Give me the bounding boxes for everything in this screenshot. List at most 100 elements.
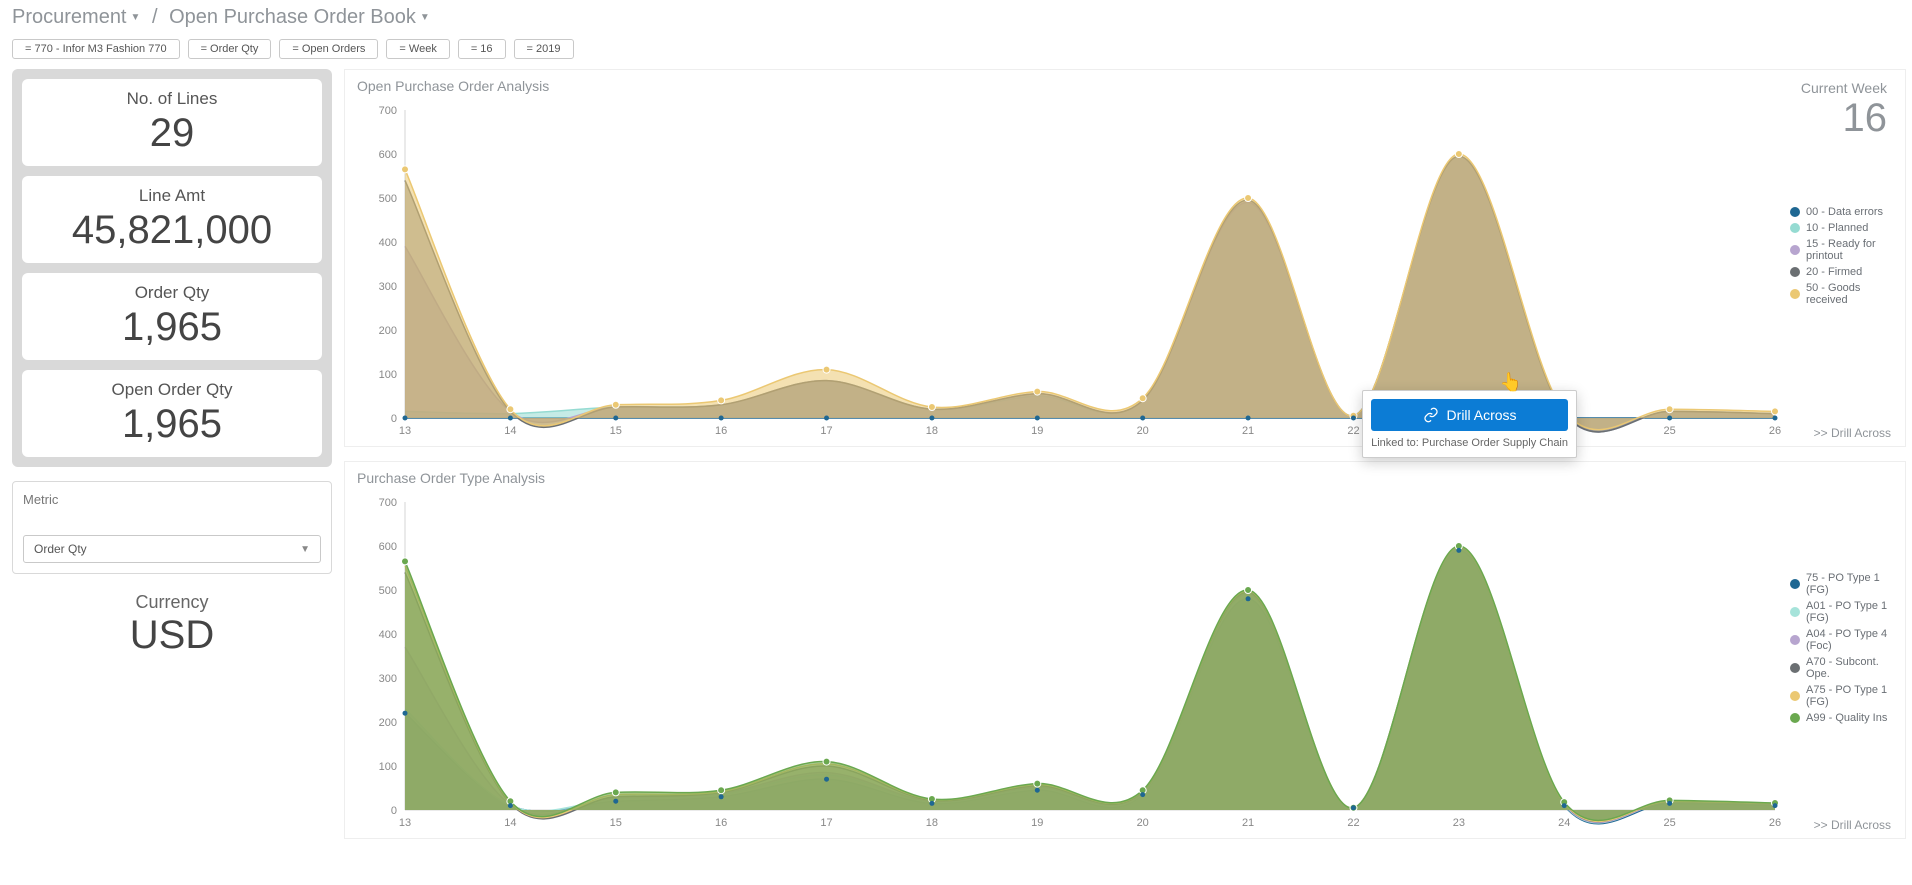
legend-item[interactable]: A99 - Quality Ins	[1790, 712, 1895, 724]
svg-text:0: 0	[391, 413, 397, 425]
filter-chip[interactable]: = 2019	[514, 39, 574, 59]
chevron-down-icon: ▼	[420, 12, 430, 23]
svg-text:21: 21	[1242, 425, 1254, 437]
kpi-label: Open Order Qty	[30, 380, 314, 400]
legend-item[interactable]: 20 - Firmed	[1790, 266, 1895, 278]
metric-header: Metric	[23, 492, 321, 507]
kpi-card: Open Order Qty1,965	[22, 370, 322, 457]
svg-text:13: 13	[399, 425, 411, 437]
svg-text:100: 100	[379, 369, 397, 381]
svg-text:14: 14	[504, 817, 516, 829]
legend-label: 10 - Planned	[1806, 222, 1868, 234]
svg-text:19: 19	[1031, 425, 1043, 437]
breadcrumb-separator: /	[152, 6, 158, 28]
chevron-down-icon: ▼	[300, 544, 310, 555]
legend-label: A04 - PO Type 4 (Foc)	[1806, 628, 1895, 652]
svg-text:14: 14	[504, 425, 516, 437]
kpi-card: Order Qty1,965	[22, 273, 322, 360]
legend-item[interactable]: 15 - Ready for printout	[1790, 238, 1895, 262]
svg-text:700: 700	[379, 105, 397, 117]
legend-label: 50 - Goods received	[1806, 282, 1895, 306]
chart-open-po-analysis: Open Purchase Order Analysis Current Wee…	[344, 69, 1906, 447]
kpi-container: No. of Lines29 Line Amt45,821,000 Order Qt…	[12, 69, 332, 467]
svg-text:0: 0	[391, 805, 397, 817]
chart-legend: 75 - PO Type 1 (FG) A01 - PO Type 1 (FG) A…	[1790, 572, 1895, 728]
svg-text:600: 600	[379, 541, 397, 553]
legend-item[interactable]: A75 - PO Type 1 (FG)	[1790, 684, 1895, 708]
legend-item[interactable]: 50 - Goods received	[1790, 282, 1895, 306]
kpi-label: No. of Lines	[30, 89, 314, 109]
filter-chip[interactable]: = Week	[386, 39, 449, 59]
svg-text:20: 20	[1137, 817, 1149, 829]
filter-chip[interactable]: = Open Orders	[279, 39, 378, 59]
legend-item[interactable]: 10 - Planned	[1790, 222, 1895, 234]
svg-text:400: 400	[379, 237, 397, 249]
svg-text:200: 200	[379, 325, 397, 337]
legend-swatch	[1790, 713, 1800, 723]
chart-po-type-analysis: Purchase Order Type Analysis 01002003004…	[344, 461, 1906, 839]
svg-text:18: 18	[926, 425, 938, 437]
legend-swatch	[1790, 607, 1800, 617]
legend-label: 20 - Firmed	[1806, 266, 1862, 278]
filter-bar: = 770 - Infor M3 Fashion 770 = Order Qty =…	[0, 35, 1912, 69]
legend-item[interactable]: 00 - Data errors	[1790, 206, 1895, 218]
link-icon	[1423, 407, 1439, 423]
kpi-value: 1,965	[30, 305, 314, 350]
chart-title: Purchase Order Type Analysis	[357, 470, 545, 486]
breadcrumb-item-1[interactable]: Procurement▼	[12, 6, 140, 29]
svg-text:18: 18	[926, 817, 938, 829]
drill-across-link[interactable]: >> Drill Across	[1814, 426, 1891, 440]
kpi-value: 29	[30, 111, 314, 156]
drill-linked-text: Linked to: Purchase Order Supply Chain	[1371, 437, 1568, 449]
drill-across-popup: Drill Across Linked to: Purchase Order S…	[1362, 390, 1577, 458]
svg-text:600: 600	[379, 149, 397, 161]
svg-text:400: 400	[379, 629, 397, 641]
legend-swatch	[1790, 579, 1800, 589]
kpi-value: 45,821,000	[30, 208, 314, 253]
currency-display: Currency USD	[12, 592, 332, 658]
kpi-label: Line Amt	[30, 186, 314, 206]
kpi-label: Order Qty	[30, 283, 314, 303]
legend-item[interactable]: A04 - PO Type 4 (Foc)	[1790, 628, 1895, 652]
legend-label: 75 - PO Type 1 (FG)	[1806, 572, 1895, 596]
svg-text:26: 26	[1769, 817, 1781, 829]
svg-text:15: 15	[610, 817, 622, 829]
filter-chip[interactable]: = 770 - Infor M3 Fashion 770	[12, 39, 180, 59]
svg-text:17: 17	[820, 425, 832, 437]
svg-text:500: 500	[379, 193, 397, 205]
breadcrumb-item-2[interactable]: Open Purchase Order Book▼	[169, 6, 430, 29]
svg-text:21: 21	[1242, 817, 1254, 829]
svg-text:24: 24	[1558, 817, 1570, 829]
filter-chip[interactable]: = 16	[458, 39, 506, 59]
svg-text:200: 200	[379, 717, 397, 729]
legend-item[interactable]: A70 - Subcont. Ope.	[1790, 656, 1895, 680]
svg-text:500: 500	[379, 585, 397, 597]
svg-text:23: 23	[1453, 817, 1465, 829]
svg-text:300: 300	[379, 281, 397, 293]
chart-title: Open Purchase Order Analysis	[357, 78, 549, 94]
legend-swatch	[1790, 691, 1800, 701]
legend-swatch	[1790, 663, 1800, 673]
legend-item[interactable]: A01 - PO Type 1 (FG)	[1790, 600, 1895, 624]
current-week-badge: Current Week 16	[1801, 80, 1887, 141]
drill-across-link[interactable]: >> Drill Across	[1814, 818, 1891, 832]
legend-item[interactable]: 75 - PO Type 1 (FG)	[1790, 572, 1895, 596]
svg-text:25: 25	[1663, 425, 1675, 437]
legend-label: A75 - PO Type 1 (FG)	[1806, 684, 1895, 708]
legend-label: A01 - PO Type 1 (FG)	[1806, 600, 1895, 624]
drill-across-button[interactable]: Drill Across	[1371, 399, 1568, 431]
metric-dropdown[interactable]: Order Qty ▼	[23, 535, 321, 563]
kpi-card: Line Amt45,821,000	[22, 176, 322, 263]
svg-text:26: 26	[1769, 425, 1781, 437]
breadcrumb: Procurement▼ / Open Purchase Order Book▼	[0, 0, 1912, 35]
legend-swatch	[1790, 207, 1800, 217]
svg-text:22: 22	[1347, 817, 1359, 829]
filter-chip[interactable]: = Order Qty	[188, 39, 272, 59]
svg-text:19: 19	[1031, 817, 1043, 829]
svg-text:22: 22	[1347, 425, 1359, 437]
svg-text:20: 20	[1137, 425, 1149, 437]
metric-panel: Metric Order Qty ▼	[12, 481, 332, 574]
svg-text:13: 13	[399, 817, 411, 829]
kpi-value: 1,965	[30, 402, 314, 447]
legend-label: A70 - Subcont. Ope.	[1806, 656, 1895, 680]
